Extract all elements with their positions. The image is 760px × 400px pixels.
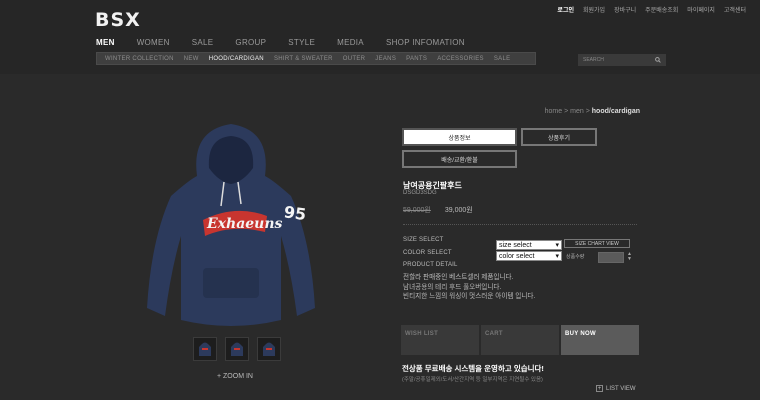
thumbnail-strip <box>193 337 281 361</box>
product-code: DSGD3SDG <box>403 190 437 196</box>
sale-price: 39,000원 <box>444 207 473 214</box>
util-join[interactable]: 회원가입 <box>583 5 605 14</box>
subnav-shirt[interactable]: SHIRT & SWEATER <box>274 56 333 62</box>
nav-sale[interactable]: SALE <box>192 38 214 47</box>
buy-now-button[interactable]: BUY NOW <box>561 325 639 355</box>
util-cart[interactable]: 장바구니 <box>614 5 636 14</box>
shipping-notice-sub: (주말/공휴일제외/도서/산간지역 등 일부지역은 지연될수 있음) <box>402 377 543 383</box>
quantity-label: 상품수량 <box>566 254 585 260</box>
hoodie-graphic-text: Exhaeuns <box>206 216 283 232</box>
breadcrumb: home > men > hood/cardigan <box>544 108 640 115</box>
cart-button[interactable]: CART <box>481 325 559 355</box>
detail-line: 남녀공용의 테리 후드 풀오버입니다. <box>403 283 502 291</box>
product-image[interactable]: Exhaeuns 95 <box>145 120 317 332</box>
nav-media[interactable]: MEDIA <box>337 38 364 47</box>
main-nav: MEN WOMEN SALE GROUP STYLE MEDIA SHOP IN… <box>96 38 465 47</box>
chevron-down-icon: ▾ <box>555 242 559 249</box>
thumbnail-3[interactable] <box>257 337 281 361</box>
utility-links: 로그인 회원가입 장바구니 주문배송조회 마이페이지 고객센터 <box>557 5 746 14</box>
chevron-down-icon: ▾ <box>555 253 559 260</box>
color-select[interactable]: color select ▾ <box>496 251 562 261</box>
thumbnail-2[interactable] <box>225 337 249 361</box>
nav-women[interactable]: WOMEN <box>137 38 170 47</box>
search-icon[interactable] <box>655 57 661 63</box>
search-placeholder: SEARCH <box>583 57 604 63</box>
tab-shipping[interactable]: 배송/교환/환불 <box>402 150 517 168</box>
sub-nav: WINTER COLLECTION NEW HOOD/CARDIGAN SHIR… <box>96 52 536 65</box>
tab-review[interactable]: 상품후기 <box>521 128 597 146</box>
plus-icon: + <box>596 385 603 392</box>
nav-group[interactable]: GROUP <box>235 38 266 47</box>
nav-shop-info[interactable]: SHOP INFOMATION <box>386 38 465 47</box>
crumb-current: hood/cardigan <box>591 108 640 115</box>
quantity-input[interactable] <box>598 252 624 263</box>
subnav-jeans[interactable]: JEANS <box>375 56 396 62</box>
subnav-pants[interactable]: PANTS <box>406 56 427 62</box>
subnav-accessories[interactable]: ACCESSORIES <box>437 56 484 62</box>
brand-logo[interactable]: BSX <box>95 9 141 31</box>
detail-line: 전할라 판매중인 베스트셀러 제품입니다. <box>403 274 514 281</box>
tab-product-info[interactable]: 상품정보 <box>402 128 517 146</box>
subnav-hood[interactable]: HOOD/CARDIGAN <box>209 56 264 62</box>
util-login[interactable]: 로그인 <box>557 5 574 14</box>
search-input[interactable]: SEARCH <box>578 54 666 66</box>
price-block: 59,000원 39,000원 <box>403 205 473 215</box>
nav-style[interactable]: STYLE <box>288 38 315 47</box>
subnav-outer[interactable]: OUTER <box>343 56 366 62</box>
crumb-men[interactable]: men <box>570 108 584 115</box>
subnav-sale[interactable]: SALE <box>494 56 511 62</box>
color-select-label: COLOR SELECT <box>403 250 452 256</box>
size-select-label: SIZE SELECT <box>403 237 444 243</box>
subnav-new[interactable]: NEW <box>184 56 199 62</box>
zoom-in-link[interactable]: + ZOOM IN <box>217 373 253 380</box>
size-select[interactable]: size select ▾ <box>496 240 562 250</box>
original-price: 59,000원 <box>403 207 431 214</box>
crumb-home[interactable]: home <box>545 108 563 115</box>
util-cs[interactable]: 고객센터 <box>724 5 746 14</box>
quantity-stepper[interactable]: ▲ ▼ <box>627 252 632 262</box>
util-order[interactable]: 주문배송조회 <box>645 5 678 14</box>
product-detail-label: PRODUCT DETAIL <box>403 262 458 268</box>
wish-list-button[interactable]: WISH LIST <box>401 325 479 355</box>
subnav-winter[interactable]: WINTER COLLECTION <box>105 56 174 62</box>
shipping-notice-title: 전상품 무료배송 시스템을 운영하고 있습니다! <box>402 364 544 373</box>
action-buttons: WISH LIST CART BUY NOW <box>401 325 639 355</box>
util-mypage[interactable]: 마이페이지 <box>687 5 715 14</box>
sleeve-number: 95 <box>283 202 308 224</box>
size-chart-button[interactable]: SIZE CHART VIEW <box>564 239 630 248</box>
product-detail-text: 전할라 판매중인 베스트셀러 제품입니다. 남녀공용의 테리 후드 풀오버입니다… <box>403 273 643 302</box>
divider <box>403 224 637 225</box>
list-view-label: LIST VIEW <box>606 385 636 392</box>
site-header: BSX 로그인 회원가입 장바구니 주문배송조회 마이페이지 고객센터 MEN … <box>0 0 760 74</box>
nav-men[interactable]: MEN <box>96 38 115 47</box>
list-view-button[interactable]: + LIST VIEW <box>596 385 636 392</box>
color-select-value: color select <box>499 252 535 260</box>
detail-line: 빈티지한 느낌의 워싱이 멋스러운 아이템 입니다. <box>403 293 536 300</box>
thumbnail-1[interactable] <box>193 337 217 361</box>
size-select-value: size select <box>499 241 532 249</box>
